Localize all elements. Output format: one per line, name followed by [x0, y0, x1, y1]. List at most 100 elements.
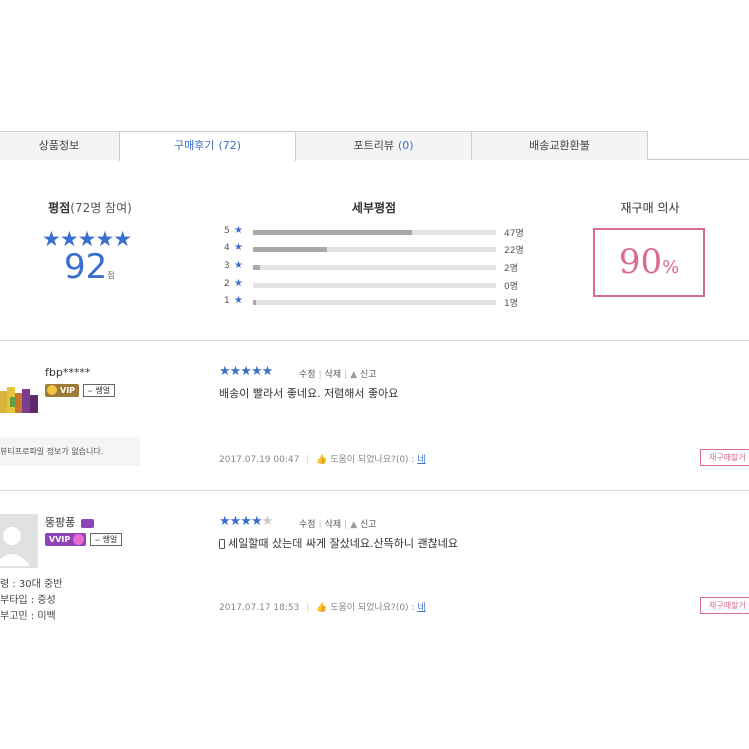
tab-label: 배송교환환불	[529, 139, 590, 152]
report-link[interactable]: 신고	[360, 520, 377, 530]
tab-label: 상품정보	[38, 139, 80, 152]
reviewer-name: 뚱팡퐁	[45, 514, 94, 530]
eyelash-icon: ⌣	[94, 535, 100, 544]
vvip-badge: VVIP	[45, 533, 87, 546]
skin-label: 쌩얼	[102, 535, 118, 544]
tab-product-info[interactable]: 상품정보	[0, 131, 120, 160]
rating-bar-track	[253, 230, 496, 235]
profile-skin-type: 부타입 : 중성	[0, 595, 56, 606]
rating-count: 2명	[504, 264, 519, 274]
rebuy-percent-box: 90%	[593, 228, 705, 297]
tab-photo-review[interactable]: 포트리뷰 (0)	[295, 131, 472, 160]
phone-icon	[219, 539, 225, 549]
rebuy-unit: %	[662, 257, 680, 278]
tab-shipping-return[interactable]: 배송교환환불	[471, 131, 648, 160]
product-image-icon	[0, 387, 38, 413]
report-link[interactable]: 신고	[360, 370, 377, 380]
edit-link[interactable]: 수정	[299, 370, 316, 380]
rating-participants: (72명 참여)	[70, 201, 132, 215]
product-thumbnail	[0, 383, 38, 415]
divider	[0, 340, 749, 341]
reviewer-badges: VVIP ⌣ 쌩얼	[45, 532, 123, 546]
rebuy-title: 재구매 의사	[620, 201, 680, 215]
edit-link[interactable]: 수정	[299, 520, 316, 530]
rating-row-2: 2 ★ 0명	[224, 278, 524, 293]
helpful-yes-link[interactable]: 네	[417, 603, 425, 613]
rating-bar-track	[253, 247, 496, 252]
detail-rating-title: 세부평점	[351, 201, 397, 215]
profile-skin-concern: 부고민 : 미백	[0, 611, 56, 622]
rating-bar-fill	[253, 265, 260, 270]
rebuy-value: 90	[618, 242, 663, 282]
rating-bar-fill	[253, 247, 328, 252]
tab-label: 포트리뷰	[353, 139, 394, 152]
rating-bar-track	[253, 283, 496, 288]
separator: |	[306, 455, 310, 465]
separator: |	[344, 370, 348, 380]
delete-link[interactable]: 삭제	[325, 370, 342, 380]
star-level: 5	[224, 226, 230, 236]
star-icon: ★	[234, 278, 243, 289]
profile-note: 뷰티프로파일 정보가 없습니다.	[0, 447, 104, 456]
score-unit: 점	[107, 271, 115, 280]
rebuy-tag-label: 재구매할거	[709, 453, 746, 462]
diamond-icon	[73, 534, 85, 545]
tab-count: (0)	[397, 139, 414, 152]
rating-row-4: 4 ★ 22명	[224, 242, 524, 257]
rating-count: 1명	[504, 299, 519, 309]
skin-badge: ⌣ 쌩얼	[89, 533, 123, 546]
tab-count: (72)	[218, 139, 242, 152]
rebuy-tag-label: 재구매할거	[709, 601, 746, 610]
separator: |	[344, 520, 348, 530]
thumbs-up-icon: 👍	[316, 455, 328, 465]
review-actions: 수정 | 삭제 | ▲ 신고	[299, 517, 377, 530]
stars-empty: ★	[261, 514, 274, 529]
skin-badge: ⌣ 쌩얼	[82, 384, 116, 397]
message-icon[interactable]	[80, 518, 94, 528]
rebuy-tag: 재구매할거	[700, 597, 749, 614]
star-level: 4	[224, 243, 230, 253]
reviewer-badges: VIP ⌣ 쌩얼	[45, 383, 116, 397]
review-stars: ★★★★★	[219, 364, 273, 379]
stars-filled: ★★★★	[219, 514, 263, 529]
separator: |	[318, 520, 322, 530]
delete-link[interactable]: 삭제	[325, 520, 342, 530]
medal-icon	[47, 385, 57, 395]
grade-label: VIP	[60, 386, 76, 395]
review-text-content: 세일할때 샀는데 싸게 잘샀네요.산뜩하니 괜찮네요	[228, 537, 459, 550]
star-level: 3	[224, 261, 230, 271]
profile-age: 령 : 30대 중반	[0, 579, 63, 590]
reviewer-name-text: 뚱팡퐁	[45, 516, 76, 529]
stars-filled: ★★★★★	[219, 364, 273, 379]
grade-label: VVIP	[49, 535, 71, 544]
review-date: 2017.07.19 00:47	[219, 455, 300, 465]
review-meta: 2017.07.19 00:47 | 👍 도움이 되었나요?(0) : 네	[219, 452, 426, 465]
star-level: 1	[224, 296, 230, 306]
rating-count: 22명	[504, 246, 524, 256]
divider	[0, 490, 749, 491]
tab-label: 구매후기	[173, 139, 215, 152]
beauty-profile-empty: 뷰티프로파일 정보가 없습니다.	[0, 437, 140, 466]
review-text: 배송이 빨라서 좋네요. 저렴해서 좋아요	[219, 387, 399, 400]
separator: |	[306, 603, 310, 613]
star-icon: ★	[234, 225, 243, 236]
rating-row-3: 3 ★ 2명	[224, 260, 524, 275]
rating-count: 47명	[504, 229, 524, 239]
default-avatar-icon	[0, 527, 30, 566]
helpful-text: 도움이 되었나요?(0) :	[330, 455, 415, 465]
review-text: 세일할때 샀는데 싸게 잘샀네요.산뜩하니 괜찮네요	[219, 535, 458, 551]
helpful-yes-link[interactable]: 네	[417, 455, 425, 465]
tab-reviews[interactable]: 구매후기 (72)	[119, 131, 296, 161]
eyelash-icon: ⌣	[87, 386, 93, 395]
star-icon: ★	[234, 242, 243, 253]
avatar	[0, 514, 38, 568]
review-meta: 2017.07.17 18:53 | 👍 도움이 되었나요?(0) : 네	[219, 600, 426, 613]
review-tabs: 상품정보 구매후기 (72) 포트리뷰 (0) 배송교환환불	[0, 131, 749, 161]
reviewer-name: fbp*****	[45, 366, 91, 379]
thumbs-up-icon: 👍	[316, 603, 328, 613]
star-icon: ★	[234, 295, 243, 306]
rating-row-1: 1 ★ 1명	[224, 295, 524, 310]
score-value: 92	[64, 247, 108, 287]
star-icon: ★	[234, 260, 243, 271]
review-date: 2017.07.17 18:53	[219, 603, 300, 613]
